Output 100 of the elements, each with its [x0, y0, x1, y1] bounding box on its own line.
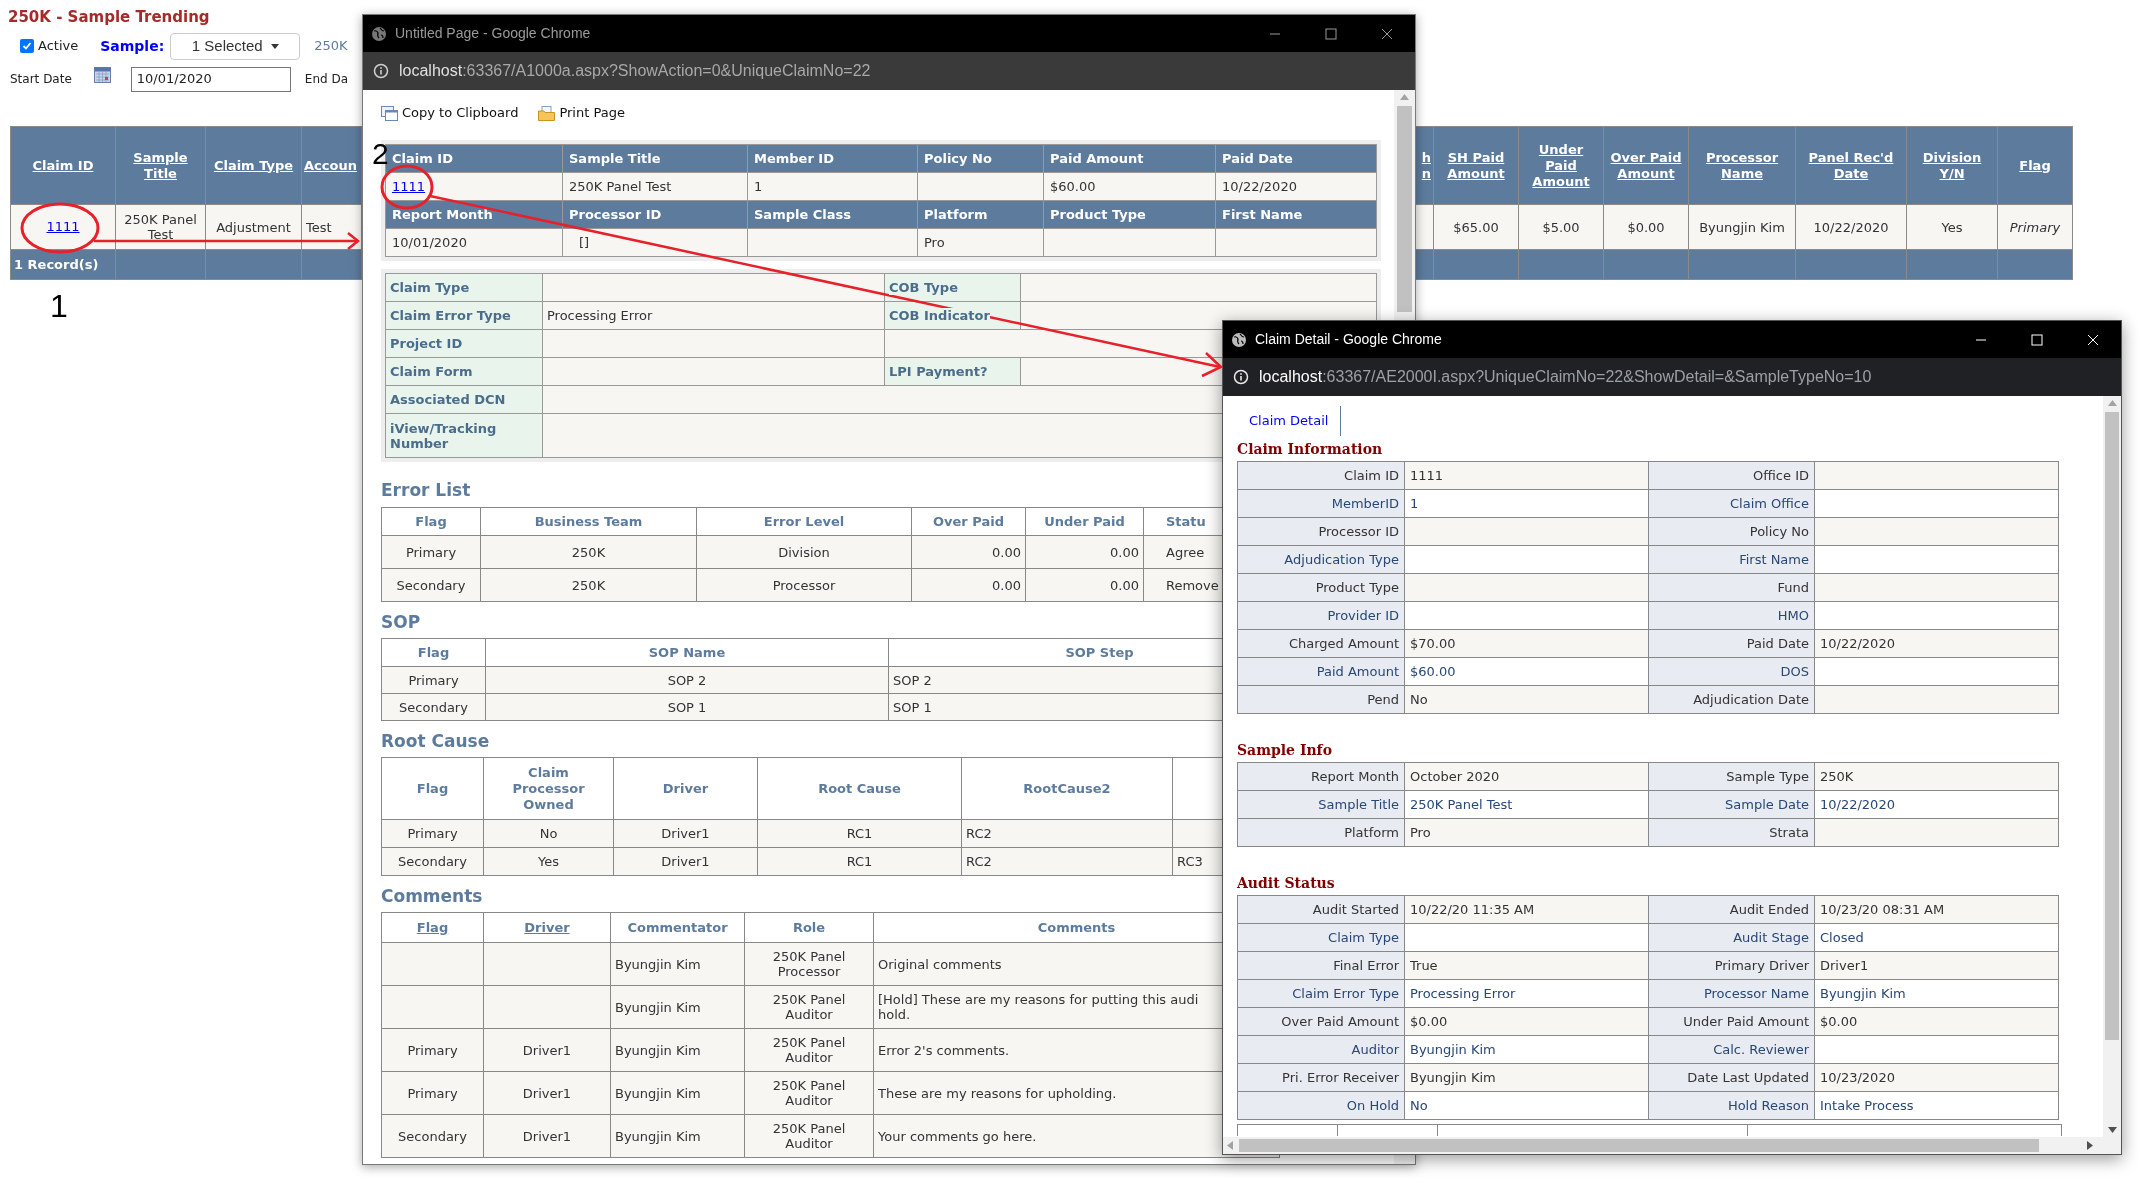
url-text[interactable]: localhost:63367/AE2000I.aspx?UniqueClaimNo=22&ShowDetail=&SampleTypeNo=10 [1259, 365, 1872, 389]
table-cell: 250K Panel Auditor [745, 986, 874, 1029]
column-header[interactable]: Claim ID [11, 127, 116, 204]
horizontal-scrollbar[interactable] [1223, 1137, 2121, 1154]
sample-label: Sample: [100, 36, 165, 56]
field-label: Project ID [386, 330, 543, 358]
column-header[interactable]: Accoun [302, 127, 362, 204]
field-label: Final Error [1238, 952, 1405, 980]
print-page-button[interactable]: Print Page [538, 103, 625, 123]
table-cell: Primary [382, 667, 486, 694]
field-label: Claim Type [1238, 924, 1405, 952]
field-label: Report Month [1238, 763, 1405, 791]
number-link[interactable]: 1111 [46, 217, 80, 237]
table-cell: $5.00 [1519, 205, 1604, 249]
field-label: Policy No [1649, 518, 1815, 546]
field-value: No [1405, 686, 1649, 714]
scrollbar-thumb[interactable] [1397, 106, 1412, 312]
tab[interactable]: Claim Detail [1237, 406, 1342, 436]
sample-text: 250K [314, 37, 348, 56]
field-label: HMO [1649, 602, 1815, 630]
url-text[interactable]: localhost:63367/A1000a.aspx?ShowAction=0&UniqueClaimNo=22 [399, 59, 871, 83]
scroll-right-icon[interactable] [2087, 1141, 2093, 1150]
field-value: $0.00 [1405, 1008, 1649, 1036]
annotation-number: 1 [50, 288, 68, 324]
table-cell: 0.00 [1026, 569, 1144, 602]
table-cell: 10/22/2020 [1216, 173, 1377, 201]
column-header[interactable]: Flag [1998, 127, 2073, 204]
column-header[interactable]: Claim Type [206, 127, 302, 204]
close-icon[interactable] [1381, 27, 1393, 40]
field-value: True [1405, 952, 1649, 980]
field-label: Claim Office [1649, 490, 1815, 518]
table-cell: SOP 2 [486, 667, 889, 694]
field-value: $0.00 [1815, 1008, 2059, 1036]
annotation-circle [380, 164, 434, 210]
column-header: Platform [918, 201, 1044, 229]
column-header[interactable]: Sample Title [116, 127, 206, 204]
table-cell: 250K Panel Processor [745, 943, 874, 986]
field-label: iView/Tracking Number [386, 414, 543, 458]
active-checkbox[interactable] [20, 39, 34, 53]
field-label: Paid Amount [1238, 658, 1405, 686]
table-cell: Yes [1907, 205, 1998, 249]
field-label: Adjudication Date [1649, 686, 1815, 714]
globe-icon [1231, 331, 1247, 348]
table-footer-cell: 1 Record(s) [11, 250, 116, 279]
field-label: Hold Reason [1649, 1092, 1815, 1120]
table-cell: 1 [748, 173, 918, 201]
table-cell: Adjustment [206, 205, 302, 249]
table-cell: 250K [481, 569, 697, 602]
column-header: Role [745, 913, 874, 943]
scroll-up-icon[interactable] [2107, 400, 2117, 406]
scroll-down-icon[interactable] [2107, 1127, 2117, 1133]
column-header: Product Type [1044, 201, 1216, 229]
scrollbar-thumb[interactable] [1239, 1139, 2039, 1152]
end-date-label: End Da [304, 71, 349, 88]
scrollbar-thumb[interactable] [2105, 412, 2119, 1040]
column-header[interactable]: Processor Name [1689, 127, 1796, 204]
column-header[interactable]: Under Paid Amount [1519, 127, 1604, 204]
table-cell: 250K Panel Test [116, 205, 206, 249]
sample-dropdown[interactable]: 1 Selected [170, 32, 301, 60]
info-icon[interactable] [1233, 369, 1249, 385]
table-cell: 0.00 [912, 536, 1026, 569]
copy-to-clipboard-button[interactable]: Copy to Clipboard [381, 103, 519, 123]
table-cell: 0.00 [912, 569, 1026, 602]
start-date-field[interactable]: 10/01/2020 [130, 66, 291, 92]
field-label: First Name [1649, 546, 1815, 574]
section-heading: Error List [381, 479, 471, 502]
section-heading: Root Cause [381, 730, 490, 753]
field-label: Auditor [1238, 1036, 1405, 1064]
table-cell: No [484, 820, 614, 848]
field-label: Claim Error Type [386, 302, 543, 330]
column-header[interactable]: h n [1417, 127, 1434, 204]
table-cell: Byungjin Kim [611, 1115, 745, 1158]
field-value: 1 [1405, 490, 1649, 518]
column-header[interactable]: Panel Rec'd Date [1796, 127, 1907, 204]
number-link[interactable]: 1111 [392, 176, 426, 197]
vertical-scrollbar[interactable] [2103, 396, 2121, 1137]
window-title: Untitled Page - Google Chrome [395, 24, 591, 43]
sortable-column-header[interactable]: Driver [484, 913, 611, 943]
field-label: Pend [1238, 686, 1405, 714]
column-header: First Name [1216, 201, 1377, 229]
table-cell: 10/22/2020 [1796, 205, 1907, 249]
scroll-left-icon[interactable] [1227, 1141, 1233, 1150]
table-cell: 250K Panel Auditor [745, 1072, 874, 1115]
column-header: Processor ID [563, 201, 748, 229]
column-header: Flag [382, 758, 484, 820]
column-header: Sample Class [748, 201, 918, 229]
info-icon[interactable] [373, 63, 389, 79]
column-header: Sample Title [563, 145, 748, 173]
field-label: COB Indicator [885, 302, 1021, 330]
scroll-up-icon[interactable] [1400, 94, 1409, 100]
table-cell: RC2 [962, 848, 1173, 876]
sortable-column-header[interactable]: Flag [382, 913, 484, 943]
column-header[interactable]: SH Paid Amount [1434, 127, 1519, 204]
section-heading: Sample Info [1237, 741, 1332, 760]
column-header[interactable]: Over Paid Amount [1604, 127, 1689, 204]
column-header[interactable]: Division Y/N [1907, 127, 1998, 204]
calendar-icon[interactable] [93, 67, 111, 83]
field-label: Sample Title [1238, 791, 1405, 819]
table-cell: Driver1 [484, 1029, 611, 1072]
table-cell: 10/01/2020 [386, 229, 563, 257]
